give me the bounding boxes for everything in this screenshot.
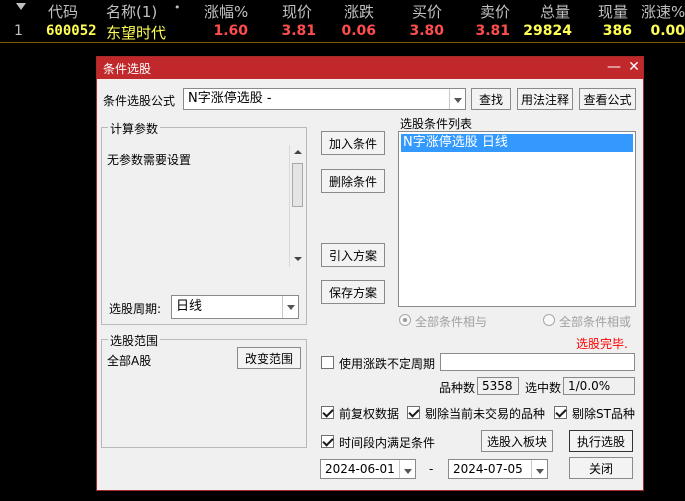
end-date-picker[interactable]: 2024-07-05	[448, 459, 548, 479]
usage-notes-button[interactable]: 用法注释	[517, 88, 573, 110]
period-select-value: 日线	[176, 299, 203, 314]
fq-data-label: 前复权数据	[339, 407, 400, 421]
radio-all-or[interactable]	[543, 314, 555, 326]
chevron-down-icon[interactable]	[282, 296, 298, 318]
col-ask[interactable]: 卖价	[480, 1, 510, 22]
params-group-title: 计算参数	[108, 120, 161, 137]
price-value: 3.81	[281, 23, 316, 39]
status-text: 选股完毕.	[576, 337, 628, 351]
list-item[interactable]: N字涨停选股 日线	[401, 134, 633, 152]
table-row[interactable]: 1 600052 东望时代 1.60 3.81 0.06 3.80 3.81 2…	[0, 22, 685, 42]
sort-down-icon[interactable]	[16, 3, 26, 10]
condition-stock-picker-dialog: 条件选股 — ✕ 条件选股公式 N字涨停选股 - 查找 用法注释 查看公式 计算…	[96, 56, 644, 491]
last-vol-value: 386	[602, 23, 632, 39]
change-value: 0.06	[341, 23, 376, 39]
use-irregular-period-label: 使用涨跌不定周期	[339, 357, 436, 371]
count-value: 5358	[477, 377, 519, 395]
irregular-period-input[interactable]	[440, 353, 635, 371]
save-plan-button[interactable]: 保存方案	[321, 280, 385, 304]
dialog-title: 条件选股	[103, 62, 152, 76]
condition-list-title: 选股条件列表	[400, 117, 473, 131]
col-dot[interactable]: •	[174, 1, 181, 14]
params-scrollbar[interactable]	[289, 145, 305, 267]
exclude-untraded-checkbox[interactable]	[407, 406, 420, 419]
col-name[interactable]: 名称(1)	[106, 1, 157, 22]
ask-value: 3.81	[475, 23, 510, 39]
chevron-down-icon[interactable]	[449, 89, 465, 109]
radio-all-or-label: 全部条件相或	[559, 315, 632, 329]
col-volume[interactable]: 总量	[540, 1, 570, 22]
time-range-checkbox[interactable]	[321, 435, 334, 448]
formula-select[interactable]: N字涨停选股 -	[183, 88, 466, 110]
view-formula-button[interactable]: 查看公式	[579, 88, 636, 110]
scroll-down-icon[interactable]	[290, 251, 306, 267]
fq-data-checkbox[interactable]	[321, 406, 334, 419]
col-bid[interactable]: 买价	[412, 1, 442, 22]
stock-code: 600052	[46, 23, 97, 39]
execute-button[interactable]: 执行选股	[569, 430, 633, 452]
time-range-label: 时间段内满足条件	[339, 436, 436, 450]
row-index: 1	[14, 23, 23, 39]
selected-value: 1/0.0%	[563, 377, 635, 395]
speed-value: 0.00	[650, 23, 685, 39]
change-pct-value: 1.60	[213, 23, 248, 39]
end-date-value: 2024-07-05	[453, 462, 523, 476]
period-select[interactable]: 日线	[171, 295, 299, 319]
radio-all-and[interactable]	[399, 314, 411, 326]
start-date-value: 2024-06-01	[325, 462, 395, 476]
close-icon[interactable]: ✕	[625, 58, 643, 76]
period-label: 选股周期:	[109, 302, 162, 316]
scroll-up-icon[interactable]	[290, 145, 306, 161]
bid-value: 3.80	[409, 23, 444, 39]
col-last-vol[interactable]: 现量	[598, 1, 628, 22]
col-speed[interactable]: 涨速%	[641, 1, 685, 22]
find-button[interactable]: 查找	[471, 88, 511, 110]
scope-text: 全部A股	[107, 354, 152, 368]
scope-group-title: 选股范围	[108, 332, 161, 349]
col-code[interactable]: 代码	[48, 1, 78, 22]
col-change-pct[interactable]: 涨幅%	[204, 1, 248, 22]
exclude-untraded-label: 剔除当前未交易的品种	[425, 407, 546, 421]
close-button[interactable]: 关闭	[569, 457, 633, 479]
use-irregular-period-checkbox[interactable]	[321, 356, 334, 369]
count-label: 品种数	[439, 381, 476, 395]
chevron-down-icon[interactable]	[531, 460, 547, 478]
exclude-st-checkbox[interactable]	[554, 406, 567, 419]
dialog-titlebar[interactable]: 条件选股 — ✕	[97, 57, 643, 79]
chevron-down-icon[interactable]	[399, 460, 415, 478]
selected-label: 选中数	[525, 381, 562, 395]
condition-list[interactable]: N字涨停选股 日线	[398, 131, 636, 307]
minimize-icon[interactable]: —	[605, 58, 623, 76]
to-block-button[interactable]: 选股入板块	[481, 430, 553, 452]
volume-value: 29824	[523, 23, 572, 39]
formula-select-value: N字涨停选股 -	[188, 91, 272, 106]
quote-table-header: 代码 名称(1) • 涨幅% 现价 涨跌 买价 卖价 总量 现量 涨速%	[0, 0, 685, 22]
exclude-st-label: 剔除ST品种	[572, 407, 635, 421]
import-plan-button[interactable]: 引入方案	[321, 243, 385, 267]
delete-condition-button[interactable]: 删除条件	[321, 169, 385, 193]
stock-name: 东望时代	[106, 24, 167, 42]
col-price[interactable]: 现价	[282, 1, 312, 22]
change-scope-button[interactable]: 改变范围	[237, 347, 301, 369]
scroll-thumb[interactable]	[292, 163, 303, 207]
start-date-picker[interactable]: 2024-06-01	[320, 459, 416, 479]
params-text: 无参数需要设置	[107, 153, 192, 167]
add-condition-button[interactable]: 加入条件	[321, 131, 385, 155]
radio-all-and-label: 全部条件相与	[415, 315, 488, 329]
formula-label: 条件选股公式	[103, 94, 176, 108]
col-change[interactable]: 涨跌	[344, 1, 374, 22]
date-separator: -	[429, 462, 434, 476]
row-divider	[0, 42, 685, 43]
